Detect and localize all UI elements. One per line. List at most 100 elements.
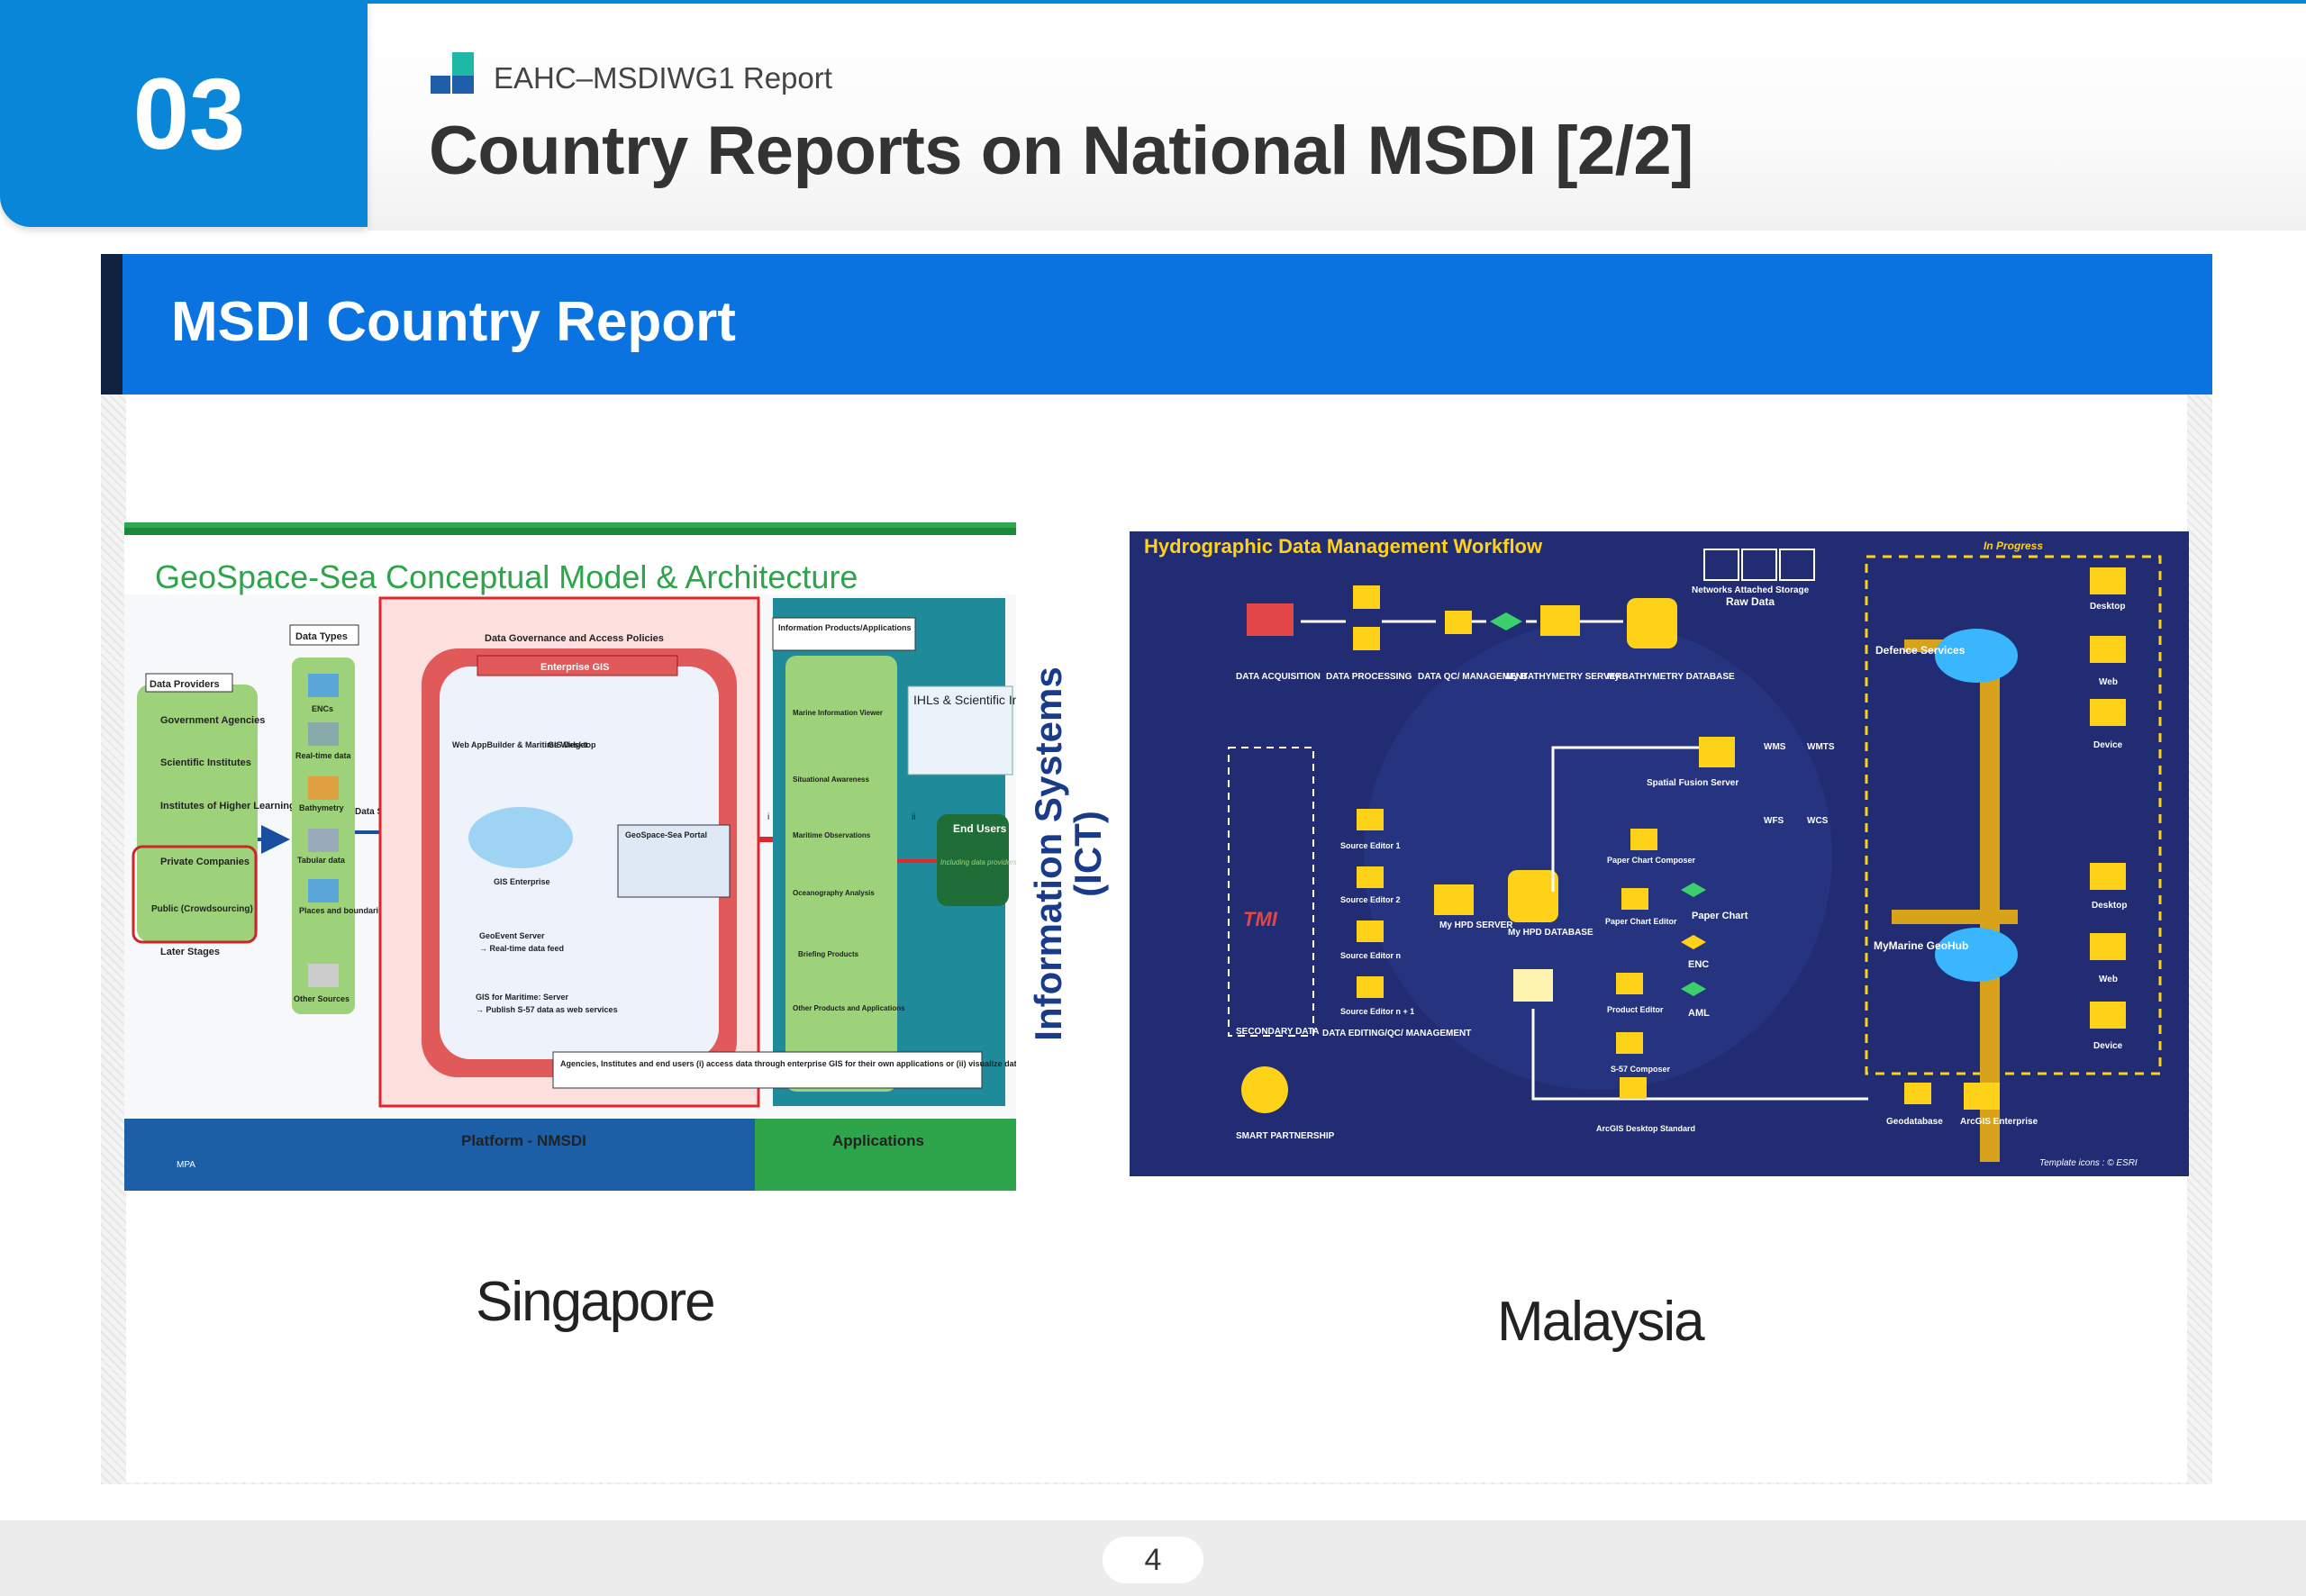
data-types-header: Data Types <box>295 631 348 642</box>
svg-text:ii: ii <box>912 812 915 822</box>
svg-text:Situational Awareness: Situational Awareness <box>793 775 869 784</box>
enterprise-gis-label: Enterprise GIS <box>540 662 609 673</box>
ict-label: Information Systems (ICT) <box>1027 647 1109 1061</box>
page-title: Country Reports on National MSDI [2/2] <box>429 113 1693 189</box>
svg-text:Source Editor n + 1: Source Editor n + 1 <box>1340 1007 1414 1016</box>
svg-text:ENC: ENC <box>1688 959 1709 970</box>
svg-text:Marine Information Viewer: Marine Information Viewer <box>793 709 883 717</box>
provider-item: Government Agencies <box>160 715 265 726</box>
svg-text:WMTS: WMTS <box>1807 742 1835 752</box>
svg-text:DATA ACQUISITION: DATA ACQUISITION <box>1236 672 1321 682</box>
cloud-icon <box>468 807 573 868</box>
svg-text:GIS Desktop: GIS Desktop <box>548 740 596 749</box>
svg-text:My BATHYMETRY SERVER: My BATHYMETRY SERVER <box>1506 672 1622 682</box>
svg-text:Defence Services: Defence Services <box>1875 644 1966 657</box>
svg-text:Platform - NMSDI: Platform - NMSDI <box>461 1132 586 1149</box>
content-banner: MSDI Country Report <box>101 254 2212 394</box>
later-stages-label: Later Stages <box>160 947 220 957</box>
svg-text:MPA: MPA <box>177 1160 195 1170</box>
svg-text:WCS: WCS <box>1807 816 1829 826</box>
svg-text:WFS: WFS <box>1764 816 1784 826</box>
geospace-portal-label: GeoSpace-Sea Portal <box>625 830 707 839</box>
svg-text:WMS: WMS <box>1764 742 1786 752</box>
svg-text:Web: Web <box>2099 677 2118 687</box>
svg-text:Geodatabase: Geodatabase <box>1886 1117 1943 1127</box>
svg-text:Source Editor n: Source Editor n <box>1340 951 1401 960</box>
svg-text:Tabular data: Tabular data <box>297 856 346 865</box>
svg-text:AML: AML <box>1688 1008 1710 1019</box>
governance-label: Data Governance and Access Policies <box>485 633 664 644</box>
svg-text:Other Sources: Other Sources <box>294 994 350 1003</box>
svg-text:i: i <box>767 812 769 822</box>
svg-text:Source Editor 1: Source Editor 1 <box>1340 841 1401 850</box>
svg-text:Networks Attached Storage: Networks Attached Storage <box>1692 585 1810 595</box>
ihls-label: IHLs & Scientific Institutes, eg TMSI <box>913 693 1016 707</box>
svg-text:Other Products and Application: Other Products and Applications <box>793 1004 905 1012</box>
svg-text:End Users: End Users <box>953 822 1007 835</box>
svg-text:Desktop: Desktop <box>2092 901 2127 911</box>
hydrographic-workflow-title: Hydrographic Data Management Workflow <box>1144 535 1543 558</box>
svg-text:My HPD DATABASE: My HPD DATABASE <box>1508 928 1593 938</box>
svg-text:Bathymetry: Bathymetry <box>299 803 344 812</box>
svg-text:→ Publish S-57 data as web ser: → Publish S-57 data as web services <box>476 1005 618 1014</box>
caption-singapore: Singapore <box>476 1271 716 1333</box>
svg-text:My BATHYMETRY DATABASE: My BATHYMETRY DATABASE <box>1607 672 1735 682</box>
svg-text:My HPD SERVER: My HPD SERVER <box>1439 920 1513 930</box>
svg-text:Real-time data: Real-time data <box>295 751 352 760</box>
svg-text:ENCs: ENCs <box>312 704 333 713</box>
svg-text:SECONDARY DATA: SECONDARY DATA <box>1236 1027 1319 1037</box>
svg-text:Spatial Fusion Server: Spatial Fusion Server <box>1647 778 1739 788</box>
svg-text:Information Products/Applicati: Information Products/Applications <box>778 623 912 632</box>
svg-text:ArcGIS Enterprise: ArcGIS Enterprise <box>1960 1117 2038 1127</box>
svg-text:Including data providers: Including data providers <box>940 858 1016 866</box>
svg-text:Maritime Observations: Maritime Observations <box>793 831 871 839</box>
banner-accent <box>101 254 123 394</box>
svg-text:Paper Chart Composer: Paper Chart Composer <box>1607 856 1696 865</box>
geospace-sea-title: GeoSpace-Sea Conceptual Model & Architec… <box>155 558 858 595</box>
provider-item: Public (Crowdsourcing) <box>151 904 253 914</box>
svg-text:Applications: Applications <box>832 1132 924 1149</box>
svg-text:GeoEvent Server: GeoEvent Server <box>479 931 545 940</box>
provider-item: Scientific Institutes <box>160 757 251 768</box>
svg-text:Briefing Products: Briefing Products <box>798 950 859 958</box>
provider-item: Institutes of Higher Learning <box>160 801 295 812</box>
svg-text:Places and boundaries: Places and boundaries <box>299 906 387 915</box>
report-logo-icon <box>431 52 474 94</box>
svg-text:Oceanography Analysis: Oceanography Analysis <box>793 889 875 897</box>
svg-text:DATA PROCESSING: DATA PROCESSING <box>1326 672 1412 682</box>
svg-text:Device: Device <box>2093 1041 2123 1051</box>
caption-malaysia: Malaysia <box>1497 1291 1705 1353</box>
svg-text:TMI: TMI <box>1243 908 1278 930</box>
provider-item: Private Companies <box>160 857 250 867</box>
data-providers-header: Data Providers <box>150 679 220 690</box>
svg-text:DATA EDITING/QC/ MANAGEMENT: DATA EDITING/QC/ MANAGEMENT <box>1322 1029 1471 1038</box>
section-number: 03 <box>132 58 246 170</box>
svg-text:MyMarine GeoHub: MyMarine GeoHub <box>1874 939 1968 952</box>
svg-text:Device: Device <box>2093 740 2123 750</box>
svg-text:Product Editor: Product Editor <box>1607 1005 1664 1014</box>
singapore-architecture-diagram: Data Providers Government Agencies Scien… <box>124 522 1016 1191</box>
svg-text:Desktop: Desktop <box>2090 602 2125 612</box>
svg-text:Paper Chart: Paper Chart <box>1692 911 1748 921</box>
banner-title: MSDI Country Report <box>171 291 736 353</box>
svg-text:ArcGIS Desktop Standard: ArcGIS Desktop Standard <box>1596 1124 1695 1133</box>
svg-text:GIS for Maritime: Server: GIS for Maritime: Server <box>476 993 569 1002</box>
malaysia-workflow-diagram: In Progress Networks Attached Storage Ra… <box>1130 531 2189 1176</box>
svg-text:Raw Data: Raw Data <box>1726 595 1775 608</box>
page-number: 4 <box>1103 1537 1203 1583</box>
svg-text:SMART PARTNERSHIP: SMART PARTNERSHIP <box>1236 1131 1335 1141</box>
ict-line1: Information Systems <box>1027 667 1069 1041</box>
svg-text:In Progress: In Progress <box>1984 540 2043 552</box>
svg-text:Source Editor 2: Source Editor 2 <box>1340 895 1401 904</box>
products-column <box>785 656 897 1092</box>
svg-text:Paper Chart Editor: Paper Chart Editor <box>1605 917 1677 926</box>
ict-line2: (ICT) <box>1067 811 1109 897</box>
cloud-icon <box>1935 928 2018 982</box>
svg-text:→ Real-time data feed: → Real-time data feed <box>479 944 564 953</box>
svg-text:GIS Enterprise: GIS Enterprise <box>494 877 550 886</box>
access-note: Agencies, Institutes and end users (i) a… <box>560 1059 1016 1068</box>
svg-text:Template icons : © ESRI: Template icons : © ESRI <box>2039 1158 2138 1168</box>
report-label: EAHC–MSDIWG1 Report <box>494 61 832 95</box>
svg-text:Web: Web <box>2099 975 2118 984</box>
svg-text:S-57 Composer: S-57 Composer <box>1611 1065 1671 1074</box>
